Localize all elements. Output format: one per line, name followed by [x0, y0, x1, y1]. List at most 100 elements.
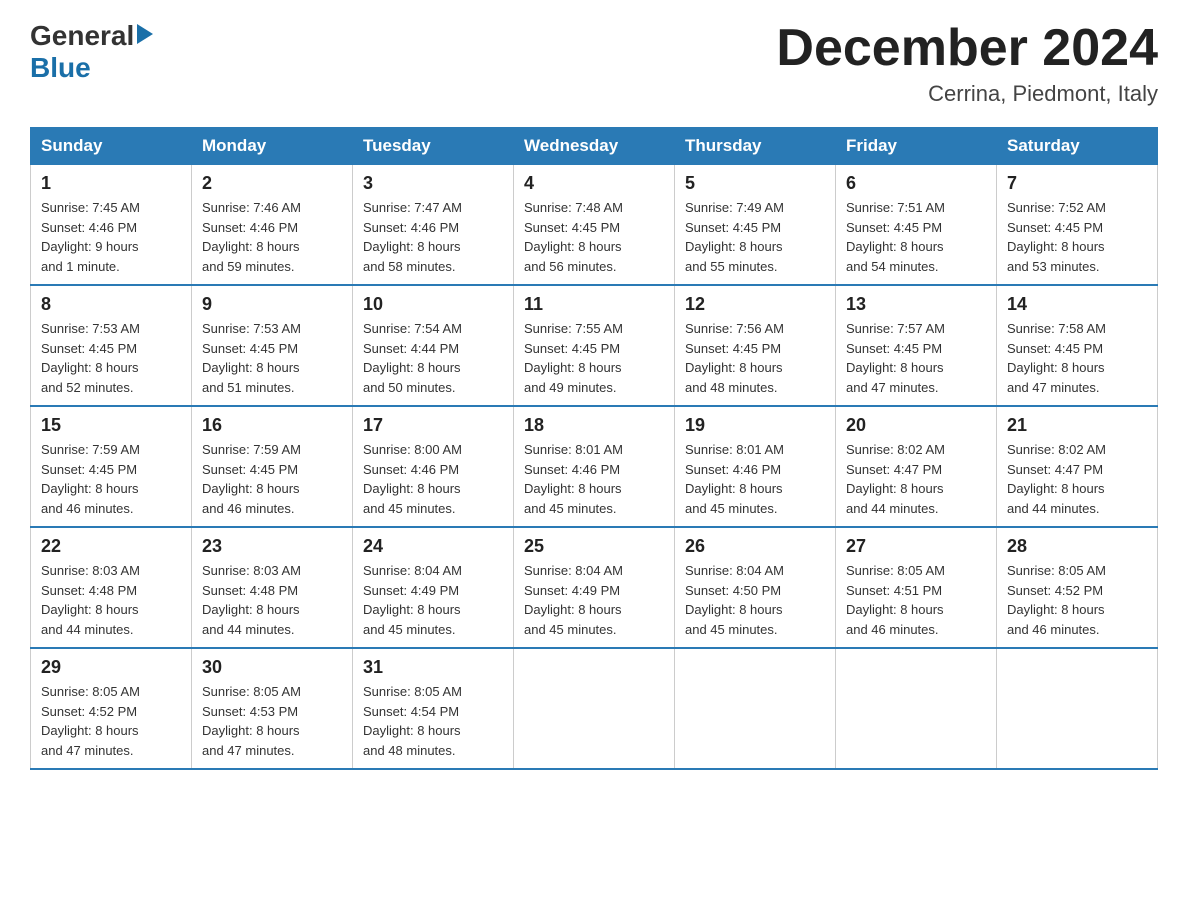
calendar-day-cell: 7 Sunrise: 7:52 AMSunset: 4:45 PMDayligh…: [997, 165, 1158, 286]
day-info: Sunrise: 7:56 AMSunset: 4:45 PMDaylight:…: [685, 319, 825, 397]
day-number: 18: [524, 415, 664, 436]
day-info: Sunrise: 7:46 AMSunset: 4:46 PMDaylight:…: [202, 198, 342, 276]
calendar-day-cell: 24 Sunrise: 8:04 AMSunset: 4:49 PMDaylig…: [353, 527, 514, 648]
col-tuesday: Tuesday: [353, 128, 514, 165]
calendar-day-cell: 22 Sunrise: 8:03 AMSunset: 4:48 PMDaylig…: [31, 527, 192, 648]
day-info: Sunrise: 8:03 AMSunset: 4:48 PMDaylight:…: [41, 561, 181, 639]
day-info: Sunrise: 8:04 AMSunset: 4:50 PMDaylight:…: [685, 561, 825, 639]
day-number: 1: [41, 173, 181, 194]
day-info: Sunrise: 7:53 AMSunset: 4:45 PMDaylight:…: [41, 319, 181, 397]
col-saturday: Saturday: [997, 128, 1158, 165]
calendar-day-cell: 2 Sunrise: 7:46 AMSunset: 4:46 PMDayligh…: [192, 165, 353, 286]
calendar-day-cell: 14 Sunrise: 7:58 AMSunset: 4:45 PMDaylig…: [997, 285, 1158, 406]
day-info: Sunrise: 7:48 AMSunset: 4:45 PMDaylight:…: [524, 198, 664, 276]
col-monday: Monday: [192, 128, 353, 165]
calendar-day-cell: 10 Sunrise: 7:54 AMSunset: 4:44 PMDaylig…: [353, 285, 514, 406]
day-number: 7: [1007, 173, 1147, 194]
day-number: 28: [1007, 536, 1147, 557]
day-number: 9: [202, 294, 342, 315]
calendar-day-cell: 20 Sunrise: 8:02 AMSunset: 4:47 PMDaylig…: [836, 406, 997, 527]
day-number: 21: [1007, 415, 1147, 436]
calendar-day-cell: 1 Sunrise: 7:45 AMSunset: 4:46 PMDayligh…: [31, 165, 192, 286]
calendar-day-cell: 8 Sunrise: 7:53 AMSunset: 4:45 PMDayligh…: [31, 285, 192, 406]
calendar-week-row: 8 Sunrise: 7:53 AMSunset: 4:45 PMDayligh…: [31, 285, 1158, 406]
calendar-day-cell: 30 Sunrise: 8:05 AMSunset: 4:53 PMDaylig…: [192, 648, 353, 769]
day-info: Sunrise: 8:05 AMSunset: 4:52 PMDaylight:…: [1007, 561, 1147, 639]
logo-arrow-icon: [137, 24, 153, 44]
day-info: Sunrise: 7:47 AMSunset: 4:46 PMDaylight:…: [363, 198, 503, 276]
day-number: 26: [685, 536, 825, 557]
calendar-subtitle: Cerrina, Piedmont, Italy: [776, 81, 1158, 107]
day-info: Sunrise: 8:05 AMSunset: 4:54 PMDaylight:…: [363, 682, 503, 760]
calendar-day-cell: 28 Sunrise: 8:05 AMSunset: 4:52 PMDaylig…: [997, 527, 1158, 648]
calendar-day-cell: 11 Sunrise: 7:55 AMSunset: 4:45 PMDaylig…: [514, 285, 675, 406]
calendar-title: December 2024: [776, 20, 1158, 77]
day-info: Sunrise: 8:01 AMSunset: 4:46 PMDaylight:…: [685, 440, 825, 518]
day-number: 30: [202, 657, 342, 678]
day-number: 3: [363, 173, 503, 194]
calendar-week-row: 15 Sunrise: 7:59 AMSunset: 4:45 PMDaylig…: [31, 406, 1158, 527]
col-thursday: Thursday: [675, 128, 836, 165]
day-number: 12: [685, 294, 825, 315]
calendar-day-cell: 4 Sunrise: 7:48 AMSunset: 4:45 PMDayligh…: [514, 165, 675, 286]
calendar-day-cell: 6 Sunrise: 7:51 AMSunset: 4:45 PMDayligh…: [836, 165, 997, 286]
day-number: 10: [363, 294, 503, 315]
calendar-day-cell: 3 Sunrise: 7:47 AMSunset: 4:46 PMDayligh…: [353, 165, 514, 286]
day-number: 8: [41, 294, 181, 315]
calendar-day-cell: 25 Sunrise: 8:04 AMSunset: 4:49 PMDaylig…: [514, 527, 675, 648]
calendar-week-row: 1 Sunrise: 7:45 AMSunset: 4:46 PMDayligh…: [31, 165, 1158, 286]
day-number: 24: [363, 536, 503, 557]
day-number: 6: [846, 173, 986, 194]
day-number: 14: [1007, 294, 1147, 315]
day-info: Sunrise: 7:59 AMSunset: 4:45 PMDaylight:…: [202, 440, 342, 518]
calendar-day-cell: 5 Sunrise: 7:49 AMSunset: 4:45 PMDayligh…: [675, 165, 836, 286]
col-wednesday: Wednesday: [514, 128, 675, 165]
calendar-day-cell: 16 Sunrise: 7:59 AMSunset: 4:45 PMDaylig…: [192, 406, 353, 527]
day-number: 23: [202, 536, 342, 557]
day-info: Sunrise: 7:57 AMSunset: 4:45 PMDaylight:…: [846, 319, 986, 397]
day-number: 31: [363, 657, 503, 678]
calendar-day-cell: 21 Sunrise: 8:02 AMSunset: 4:47 PMDaylig…: [997, 406, 1158, 527]
calendar-day-cell: [997, 648, 1158, 769]
day-info: Sunrise: 7:51 AMSunset: 4:45 PMDaylight:…: [846, 198, 986, 276]
day-number: 27: [846, 536, 986, 557]
day-number: 5: [685, 173, 825, 194]
day-number: 2: [202, 173, 342, 194]
day-info: Sunrise: 8:02 AMSunset: 4:47 PMDaylight:…: [1007, 440, 1147, 518]
calendar-week-row: 22 Sunrise: 8:03 AMSunset: 4:48 PMDaylig…: [31, 527, 1158, 648]
day-number: 20: [846, 415, 986, 436]
day-info: Sunrise: 8:05 AMSunset: 4:53 PMDaylight:…: [202, 682, 342, 760]
calendar-day-cell: 18 Sunrise: 8:01 AMSunset: 4:46 PMDaylig…: [514, 406, 675, 527]
day-info: Sunrise: 7:52 AMSunset: 4:45 PMDaylight:…: [1007, 198, 1147, 276]
day-info: Sunrise: 7:54 AMSunset: 4:44 PMDaylight:…: [363, 319, 503, 397]
col-sunday: Sunday: [31, 128, 192, 165]
day-info: Sunrise: 8:04 AMSunset: 4:49 PMDaylight:…: [524, 561, 664, 639]
day-number: 16: [202, 415, 342, 436]
calendar-day-cell: 9 Sunrise: 7:53 AMSunset: 4:45 PMDayligh…: [192, 285, 353, 406]
day-number: 17: [363, 415, 503, 436]
page-header: General Blue December 2024 Cerrina, Pied…: [30, 20, 1158, 107]
col-friday: Friday: [836, 128, 997, 165]
calendar-day-cell: 12 Sunrise: 7:56 AMSunset: 4:45 PMDaylig…: [675, 285, 836, 406]
calendar-day-cell: 31 Sunrise: 8:05 AMSunset: 4:54 PMDaylig…: [353, 648, 514, 769]
calendar-day-cell: 13 Sunrise: 7:57 AMSunset: 4:45 PMDaylig…: [836, 285, 997, 406]
day-info: Sunrise: 8:04 AMSunset: 4:49 PMDaylight:…: [363, 561, 503, 639]
day-info: Sunrise: 8:00 AMSunset: 4:46 PMDaylight:…: [363, 440, 503, 518]
day-info: Sunrise: 8:05 AMSunset: 4:52 PMDaylight:…: [41, 682, 181, 760]
calendar-day-cell: [675, 648, 836, 769]
day-info: Sunrise: 8:01 AMSunset: 4:46 PMDaylight:…: [524, 440, 664, 518]
calendar-table: Sunday Monday Tuesday Wednesday Thursday…: [30, 127, 1158, 770]
day-info: Sunrise: 7:59 AMSunset: 4:45 PMDaylight:…: [41, 440, 181, 518]
day-number: 25: [524, 536, 664, 557]
logo: General Blue: [30, 20, 153, 84]
day-number: 15: [41, 415, 181, 436]
day-info: Sunrise: 7:49 AMSunset: 4:45 PMDaylight:…: [685, 198, 825, 276]
day-info: Sunrise: 7:55 AMSunset: 4:45 PMDaylight:…: [524, 319, 664, 397]
day-number: 13: [846, 294, 986, 315]
day-number: 11: [524, 294, 664, 315]
calendar-day-cell: 15 Sunrise: 7:59 AMSunset: 4:45 PMDaylig…: [31, 406, 192, 527]
day-info: Sunrise: 7:45 AMSunset: 4:46 PMDaylight:…: [41, 198, 181, 276]
day-number: 29: [41, 657, 181, 678]
title-area: December 2024 Cerrina, Piedmont, Italy: [776, 20, 1158, 107]
calendar-day-cell: 29 Sunrise: 8:05 AMSunset: 4:52 PMDaylig…: [31, 648, 192, 769]
